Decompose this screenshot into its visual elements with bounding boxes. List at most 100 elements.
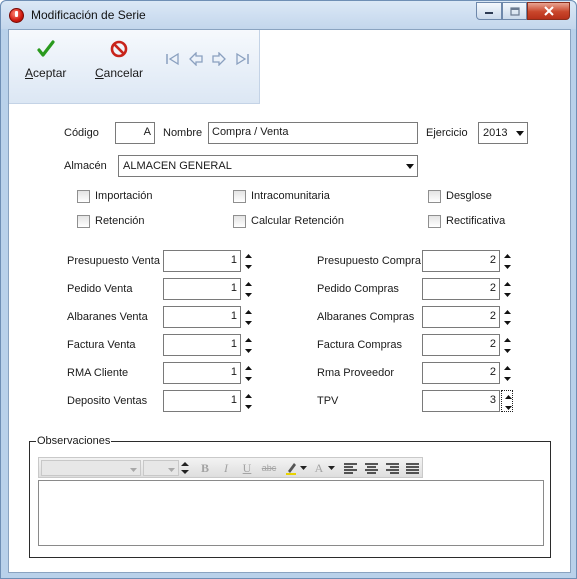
codigo-field[interactable]: A <box>115 122 155 144</box>
font-name-select[interactable] <box>41 460 141 476</box>
calcular-retencion-label: Calcular Retención <box>251 215 344 227</box>
presupuesto-compra-stepper[interactable] <box>501 250 513 272</box>
pedido-venta-label: Pedido Venta <box>67 283 133 295</box>
pedido-venta-field[interactable]: 1 <box>163 278 241 300</box>
factura-compras-field[interactable]: 2 <box>422 334 500 356</box>
factura-compras-stepper[interactable] <box>501 334 513 356</box>
arrow-down-icon[interactable] <box>501 373 513 384</box>
arrow-down-icon[interactable] <box>242 345 254 356</box>
title-bar[interactable]: Modificación de Serie <box>1 1 576 29</box>
pedido-venta-stepper[interactable] <box>242 278 254 300</box>
app-icon <box>9 8 24 23</box>
font-color-button[interactable]: A <box>312 460 326 476</box>
close-button[interactable] <box>527 2 570 20</box>
factura-compras-label: Factura Compras <box>317 339 402 351</box>
arrow-down-icon[interactable] <box>242 317 254 328</box>
presupuesto-compra-field[interactable]: 2 <box>422 250 500 272</box>
rma-proveedor-field[interactable]: 2 <box>422 362 500 384</box>
presupuesto-venta-field[interactable]: 1 <box>163 250 241 272</box>
arrow-down-icon[interactable] <box>242 401 254 412</box>
albaranes-venta-field[interactable]: 1 <box>163 306 241 328</box>
arrow-up-icon[interactable] <box>242 306 254 317</box>
observaciones-group: Observaciones B I U abc A <box>29 435 551 558</box>
arrow-down-icon[interactable] <box>502 402 514 413</box>
prev-record-icon[interactable] <box>188 52 204 66</box>
rectificativa-checkbox[interactable] <box>428 215 441 228</box>
pedido-compras-stepper[interactable] <box>501 278 513 300</box>
calcular-retencion-checkbox[interactable] <box>233 215 246 228</box>
arrow-up-icon[interactable] <box>501 362 513 373</box>
underline-button[interactable]: U <box>239 460 255 476</box>
tpv-stepper[interactable] <box>501 390 513 412</box>
arrow-up-icon[interactable] <box>242 334 254 345</box>
rma-proveedor-stepper[interactable] <box>501 362 513 384</box>
font-size-select[interactable] <box>143 460 179 476</box>
rma-cliente-field[interactable]: 1 <box>163 362 241 384</box>
almacen-select[interactable]: ALMACEN GENERAL <box>118 155 418 177</box>
highlighter-icon <box>286 463 296 475</box>
chevron-down-icon[interactable] <box>298 460 308 476</box>
accept-button[interactable]: Aceptar <box>25 40 66 80</box>
arrow-up-icon[interactable] <box>242 250 254 261</box>
arrow-down-icon[interactable] <box>501 317 513 328</box>
factura-venta-stepper[interactable] <box>242 334 254 356</box>
deposito-ventas-field[interactable]: 1 <box>163 390 241 412</box>
pedido-compras-field[interactable]: 2 <box>422 278 500 300</box>
arrow-up-icon[interactable] <box>501 278 513 289</box>
rma-proveedor-label: Rma Proveedor <box>317 367 395 379</box>
importacion-checkbox[interactable] <box>77 190 90 203</box>
nombre-field[interactable]: Compra / Venta <box>208 122 418 144</box>
size-stepper[interactable] <box>180 460 190 476</box>
cancel-button[interactable]: Cancelar <box>95 40 143 80</box>
rma-cliente-label: RMA Cliente <box>67 367 129 379</box>
editor-toolbar: B I U abc A <box>38 457 423 478</box>
tpv-field[interactable]: 3 <box>422 390 500 412</box>
minimize-button[interactable] <box>476 2 502 20</box>
arrow-up-icon[interactable] <box>501 250 513 261</box>
chevron-down-icon[interactable] <box>326 460 336 476</box>
rectificativa-label: Rectificativa <box>446 215 506 227</box>
albaranes-venta-stepper[interactable] <box>242 306 254 328</box>
chevron-down-icon[interactable] <box>403 157 416 175</box>
intracomunitaria-checkbox[interactable] <box>233 190 246 203</box>
ejercicio-select[interactable]: 2013 <box>478 122 528 144</box>
arrow-down-icon[interactable] <box>242 289 254 300</box>
next-record-icon[interactable] <box>211 52 227 66</box>
arrow-down-icon[interactable] <box>501 261 513 272</box>
align-right-icon[interactable] <box>384 460 400 476</box>
deposito-ventas-stepper[interactable] <box>242 390 254 412</box>
factura-venta-field[interactable]: 1 <box>163 334 241 356</box>
arrow-down-icon[interactable] <box>242 373 254 384</box>
arrow-up-icon[interactable] <box>242 362 254 373</box>
bold-button[interactable]: B <box>197 460 213 476</box>
arrow-up-icon[interactable] <box>242 278 254 289</box>
arrow-up-icon[interactable] <box>501 334 513 345</box>
factura-venta-label: Factura Venta <box>67 339 136 351</box>
arrow-up-icon[interactable] <box>242 390 254 401</box>
last-record-icon[interactable] <box>234 52 250 66</box>
ejercicio-label: Ejercicio <box>426 127 468 139</box>
rma-cliente-stepper[interactable] <box>242 362 254 384</box>
retencion-checkbox[interactable] <box>77 215 90 228</box>
arrow-down-icon[interactable] <box>501 289 513 300</box>
presupuesto-venta-label: Presupuesto Venta <box>67 255 160 267</box>
albaranes-compras-stepper[interactable] <box>501 306 513 328</box>
arrow-up-icon[interactable] <box>501 306 513 317</box>
observaciones-editor[interactable] <box>38 480 544 546</box>
italic-button[interactable]: I <box>218 460 234 476</box>
maximize-button[interactable] <box>502 2 527 20</box>
align-center-icon[interactable] <box>363 460 379 476</box>
align-left-icon[interactable] <box>342 460 358 476</box>
desglose-checkbox[interactable] <box>428 190 441 203</box>
align-justify-icon[interactable] <box>404 460 420 476</box>
chevron-down-icon <box>130 461 137 475</box>
highlight-button[interactable] <box>283 460 299 476</box>
arrow-down-icon[interactable] <box>501 345 513 356</box>
first-record-icon[interactable] <box>165 52 181 66</box>
strike-button[interactable]: abc <box>259 460 279 476</box>
arrow-up-icon[interactable] <box>502 391 514 402</box>
presupuesto-venta-stepper[interactable] <box>242 250 254 272</box>
chevron-down-icon[interactable] <box>513 124 526 142</box>
arrow-down-icon[interactable] <box>242 261 254 272</box>
albaranes-compras-field[interactable]: 2 <box>422 306 500 328</box>
